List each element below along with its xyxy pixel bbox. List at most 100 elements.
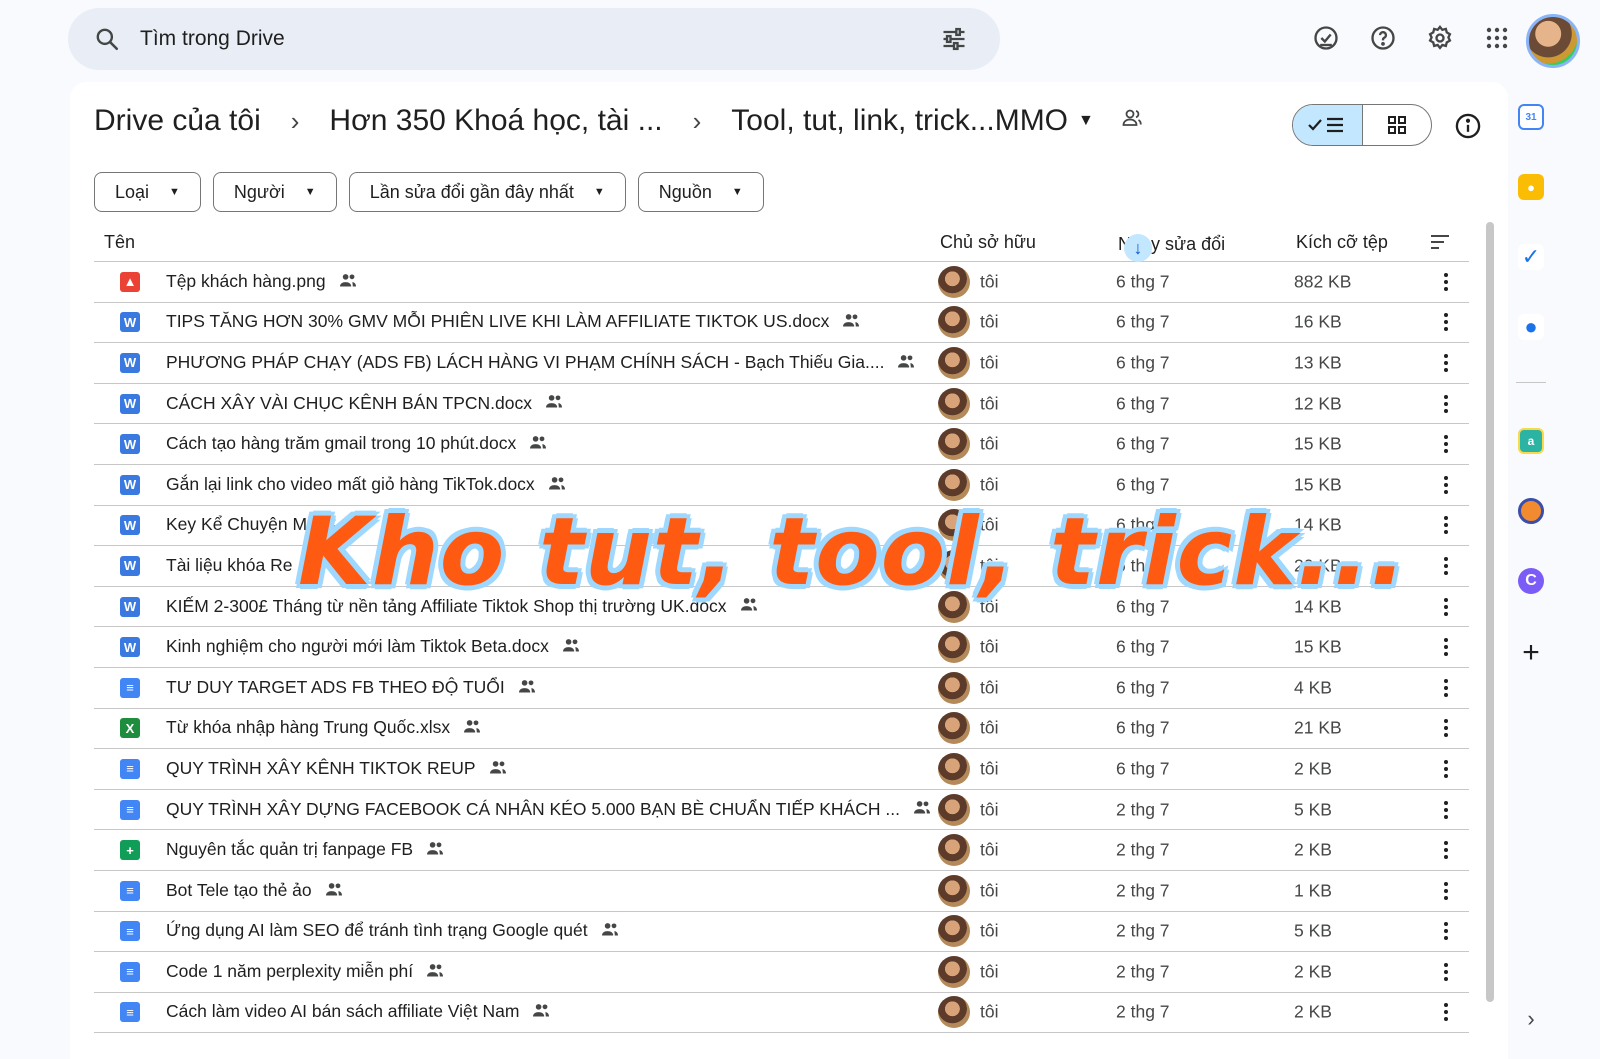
file-name[interactable]: Bot Tele tạo thẻ ảo [166,880,344,902]
more-actions-icon[interactable] [1434,270,1458,294]
file-name[interactable]: Kinh nghiệm cho người mới làm Tiktok Bet… [166,636,581,658]
more-actions-icon[interactable] [1434,960,1458,984]
table-row[interactable]: ≡ Bot Tele tạo thẻ ảo tôi 2 thg 7 1 KB [94,871,1469,912]
more-actions-icon[interactable] [1434,310,1458,334]
scrollbar[interactable] [1486,222,1494,1002]
help-icon[interactable] [1363,18,1403,58]
file-name[interactable]: Code 1 năm perplexity miễn phí [166,961,445,983]
calendar-icon[interactable]: 31 [1518,104,1544,130]
breadcrumb-root[interactable]: Drive của tôi [94,104,261,138]
file-name[interactable]: Cách làm video AI bán sách affiliate Việ… [166,1002,551,1024]
grid-view-button[interactable] [1363,105,1432,145]
sort-options-icon[interactable] [1428,230,1452,259]
chevron-right-icon[interactable]: › [1518,1006,1544,1032]
file-name[interactable]: QUY TRÌNH XÂY KÊNH TIKTOK REUP [166,758,508,780]
more-actions-icon[interactable] [1434,473,1458,497]
file-name[interactable]: Nguyên tắc quản trị fanpage FB [166,839,445,861]
more-actions-icon[interactable] [1434,757,1458,781]
word-file-icon: W [120,393,140,414]
extension-c-icon[interactable]: C [1518,568,1544,594]
filter-source[interactable]: Nguồn ▼ [637,172,764,212]
file-name-text: PHƯƠNG PHÁP CHẠY (ADS FB) LÁCH HÀNG VI P… [166,352,885,373]
shared-icon [912,799,932,820]
table-row[interactable]: ▲ Tệp khách hàng.png tôi 6 thg 7 882 KB [94,262,1469,303]
info-icon[interactable] [1454,112,1482,140]
search-icon[interactable] [76,8,138,70]
file-size: 2 KB [1294,1001,1332,1022]
more-actions-icon[interactable] [1434,432,1458,456]
add-app-icon[interactable]: + [1518,636,1544,669]
file-name[interactable]: Ứng dụng AI làm SEO để tránh tình trạng … [166,920,620,942]
more-actions-icon[interactable] [1434,798,1458,822]
table-row[interactable]: ≡ TƯ DUY TARGET ADS FB THEO ĐỘ TUỔI tôi 6 t… [94,668,1469,709]
word-file-icon: W [120,555,140,576]
more-actions-icon[interactable] [1434,554,1458,578]
table-row[interactable]: ≡ QUY TRÌNH XÂY KÊNH TIKTOK REUP tôi 6 thg … [94,749,1469,790]
file-name[interactable]: PHƯƠNG PHÁP CHẠY (ADS FB) LÁCH HÀNG VI P… [166,352,916,374]
file-name[interactable]: CÁCH XÂY VÀI CHỤC KÊNH BÁN TPCN.docx [166,393,564,415]
breadcrumb-current[interactable]: Tool, tut, link, trick...MMO [731,104,1068,138]
owner-avatar [938,915,970,948]
file-name[interactable]: Cách tạo hàng trăm gmail trong 10 phút.d… [166,433,548,455]
settings-gear-icon[interactable] [1420,18,1460,58]
file-name[interactable]: Tệp khách hàng.png [166,271,358,293]
more-actions-icon[interactable] [1434,595,1458,619]
contacts-icon[interactable]: ● [1518,314,1544,340]
extension-settings-icon[interactable] [1518,498,1544,524]
table-row[interactable]: + Nguyên tắc quản trị fanpage FB tôi 2 thg … [94,830,1469,871]
file-name[interactable]: Từ khóa nhập hàng Trung Quốc.xlsx [166,717,482,739]
search-options-icon[interactable] [934,19,974,59]
file-name[interactable]: TƯ DUY TARGET ADS FB THEO ĐỘ TUỔI [166,677,537,699]
extension-a-icon[interactable]: a [1518,428,1544,454]
column-size[interactable]: Kích cỡ tệp [1296,232,1388,253]
modified-date: 6 thg 7 [1116,474,1170,495]
more-actions-icon[interactable] [1434,392,1458,416]
breadcrumb-middle[interactable]: Hơn 350 Khoá học, tài ... [329,104,662,138]
more-actions-icon[interactable] [1434,513,1458,537]
file-name[interactable]: QUY TRÌNH XÂY DỰNG FACEBOOK CÁ NHÂN KÉO … [166,799,932,821]
table-row[interactable]: W Cách tạo hàng trăm gmail trong 10 phút.… [94,424,1469,465]
file-name[interactable]: Gắn lại link cho video mất giỏ hàng TikT… [166,474,567,496]
shared-icon [547,475,567,496]
file-name-text: Từ khóa nhập hàng Trung Quốc.xlsx [166,717,451,738]
more-actions-icon[interactable] [1434,635,1458,659]
more-actions-icon[interactable] [1434,716,1458,740]
tasks-icon[interactable]: ✓ [1518,244,1544,270]
keep-icon[interactable]: ● [1518,174,1544,200]
more-actions-icon[interactable] [1434,919,1458,943]
word-file-icon: W [120,596,140,617]
more-actions-icon[interactable] [1434,351,1458,375]
table-row[interactable]: X Từ khóa nhập hàng Trung Quốc.xlsx tôi 6 t… [94,709,1469,750]
sort-down-arrow-icon[interactable]: ↓ [1124,234,1152,262]
table-row[interactable]: ≡ Cách làm video AI bán sách affiliate Vi… [94,993,1469,1034]
filter-type[interactable]: Loại ▼ [94,172,201,212]
apps-grid-icon[interactable] [1477,18,1517,58]
table-row[interactable]: ≡ QUY TRÌNH XÂY DỰNG FACEBOOK CÁ NHÂN KÉO… [94,790,1469,831]
owner: tôi [980,880,999,901]
table-row[interactable]: ≡ Ứng dụng AI làm SEO để tránh tình trạng… [94,912,1469,953]
column-owner[interactable]: Chủ sở hữu [940,232,1036,253]
table-row[interactable]: W CÁCH XÂY VÀI CHỤC KÊNH BÁN TPCN.docx tôi… [94,384,1469,425]
table-row[interactable]: W PHƯƠNG PHÁP CHẠY (ADS FB) LÁCH HÀNG VI … [94,343,1469,384]
filter-people[interactable]: Người ▼ [212,172,337,212]
column-name[interactable]: Tên [104,232,135,253]
more-actions-icon[interactable] [1434,676,1458,700]
filter-modified[interactable]: Lần sửa đổi gần đây nhất ▼ [348,172,626,212]
offline-ready-icon[interactable] [1306,18,1346,58]
more-actions-icon[interactable] [1434,838,1458,862]
table-row[interactable]: W TIPS TĂNG HƠN 30% GMV MỖI PHIÊN LIVE KH… [94,303,1469,344]
file-name[interactable]: TIPS TĂNG HƠN 30% GMV MỖI PHIÊN LIVE KHI… [166,311,861,333]
table-row[interactable]: ≡ Code 1 năm perplexity miễn phí tôi 2 thg … [94,952,1469,993]
file-name-text: Ứng dụng AI làm SEO để tránh tình trạng … [166,920,588,941]
chip-label: Người [233,181,285,202]
more-actions-icon[interactable] [1434,1000,1458,1024]
table-row[interactable]: W Kinh nghiệm cho người mới làm Tiktok Be… [94,627,1469,668]
dropdown-arrow-icon[interactable]: ▼ [1078,112,1094,130]
list-view-button[interactable] [1293,105,1363,145]
modified-date: 6 thg 7 [1116,271,1170,292]
owner-avatar [938,996,970,1029]
more-actions-icon[interactable] [1434,879,1458,903]
search-bar[interactable]: Tìm trong Drive [68,8,1000,70]
account-avatar[interactable] [1526,14,1580,68]
search-input[interactable]: Tìm trong Drive [140,27,934,51]
